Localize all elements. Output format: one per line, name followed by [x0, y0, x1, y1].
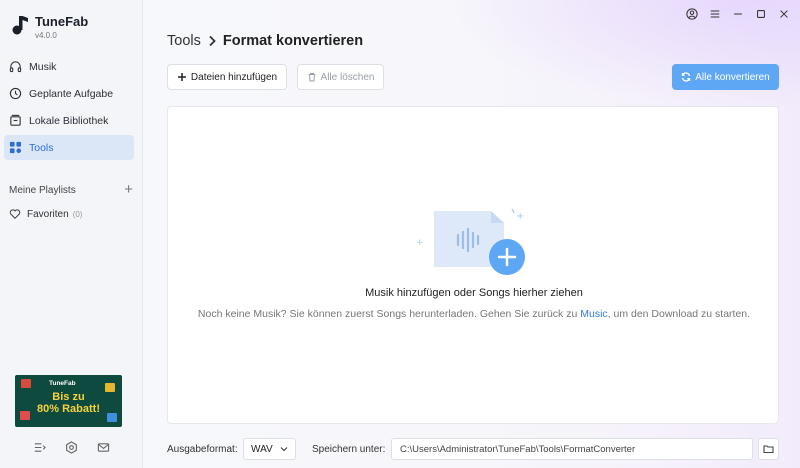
add-files-button[interactable]: Dateien hinzufügen: [167, 64, 287, 90]
convert-all-button[interactable]: Alle konvertieren: [672, 64, 779, 90]
refresh-icon: [682, 72, 691, 82]
window-controls: [686, 8, 790, 20]
convert-all-label: Alle konvertieren: [695, 71, 770, 83]
svg-text:+: +: [416, 238, 424, 248]
add-music-illustration-icon: + +: [416, 208, 525, 275]
breadcrumb: Tools Format konvertieren: [167, 33, 363, 49]
sidebar-item-musik[interactable]: Musik: [4, 54, 134, 79]
promo-line-1: Bis zu: [52, 391, 85, 403]
add-files-label: Dateien hinzufügen: [190, 71, 278, 83]
heart-icon: [9, 209, 21, 220]
sidebar-nav: Musik Geplante Aufgabe Lokale Bibliothek…: [4, 54, 134, 162]
promo-line-2: 80% Rabatt!: [37, 403, 100, 415]
drop-zone-hint-after: , um den Download zu starten.: [607, 308, 751, 320]
clock-icon: [9, 87, 22, 100]
page-title: Format konvertieren: [222, 33, 364, 49]
favorites-count: (0): [72, 209, 83, 219]
output-format-label: Ausgabeformat:: [167, 443, 238, 455]
sidebar-item-favoriten[interactable]: Favoriten (0): [9, 208, 82, 220]
sidebar-item-label: Geplante Aufgabe: [29, 87, 114, 100]
drop-zone[interactable]: + + Musik hinzufügen oder Songs hierher …: [167, 106, 779, 424]
tools-icon: [9, 141, 22, 154]
folder-icon: [763, 445, 774, 454]
app-name: TuneFab: [35, 14, 89, 29]
close-icon[interactable]: [778, 8, 790, 20]
drop-zone-title: Musik hinzufügen oder Songs hierher zieh…: [365, 287, 583, 299]
account-icon[interactable]: [686, 8, 698, 20]
promo-banner[interactable]: TuneFab Bis zu 80% Rabatt!: [15, 375, 122, 427]
drop-zone-hint-before: Noch keine Musik? Sie können zuerst Song…: [197, 308, 581, 320]
chevron-down-icon: [280, 447, 288, 452]
playlists-label: Meine Playlists: [9, 184, 76, 196]
trash-icon: [308, 73, 316, 82]
sidebar-item-tools[interactable]: Tools: [4, 135, 134, 160]
save-location-label: Speichern unter:: [312, 443, 386, 455]
gift-icon: [21, 379, 31, 388]
sidebar-item-label: Musik: [29, 60, 57, 73]
playlists-header: Meine Playlists +: [9, 182, 133, 197]
promo-brand: TuneFab: [49, 380, 76, 387]
headphones-icon: [9, 61, 22, 73]
menu-icon[interactable]: [709, 8, 721, 20]
output-format-select[interactable]: WAV: [243, 438, 296, 460]
sidebar-item-lokale-bibliothek[interactable]: Lokale Bibliothek: [4, 108, 134, 133]
svg-text:+: +: [516, 211, 524, 222]
plus-icon: [177, 73, 186, 81]
minimize-icon[interactable]: [732, 8, 744, 20]
sidebar-item-geplante-aufgabe[interactable]: Geplante Aufgabe: [4, 81, 134, 106]
settings-icon[interactable]: [65, 441, 78, 454]
output-format-value: WAV: [251, 443, 273, 455]
library-icon: [10, 114, 21, 126]
save-path-field[interactable]: C:\Users\Administrator\TuneFab\Tools\For…: [391, 438, 753, 460]
favorites-label: Favoriten: [27, 208, 69, 220]
mail-icon[interactable]: [97, 441, 110, 454]
add-playlist-icon[interactable]: +: [124, 182, 133, 197]
sidebar: TuneFab v4.0.0 Musik Geplante Aufgabe Lo…: [0, 0, 143, 468]
chevron-right-icon: [209, 35, 216, 47]
gift-icon: [105, 383, 115, 392]
sidebar-item-label: Tools: [29, 141, 54, 154]
app-version: v4.0.0: [35, 31, 57, 40]
maximize-icon[interactable]: [755, 8, 767, 20]
sidebar-footer-icons: [33, 441, 110, 454]
drop-zone-subtitle: Noch keine Musik? Sie können zuerst Song…: [168, 308, 780, 320]
menu-collapse-icon[interactable]: [33, 441, 46, 454]
breadcrumb-root[interactable]: Tools: [167, 33, 201, 49]
app-logo: TuneFab v4.0.0: [11, 14, 88, 40]
sidebar-item-label: Lokale Bibliothek: [29, 114, 109, 127]
clear-all-label: Alle löschen: [320, 71, 375, 83]
tunefab-logo-icon: [11, 14, 29, 36]
music-link[interactable]: Music: [580, 308, 607, 320]
clear-all-button[interactable]: Alle löschen: [297, 64, 384, 90]
browse-folder-button[interactable]: [758, 438, 779, 460]
